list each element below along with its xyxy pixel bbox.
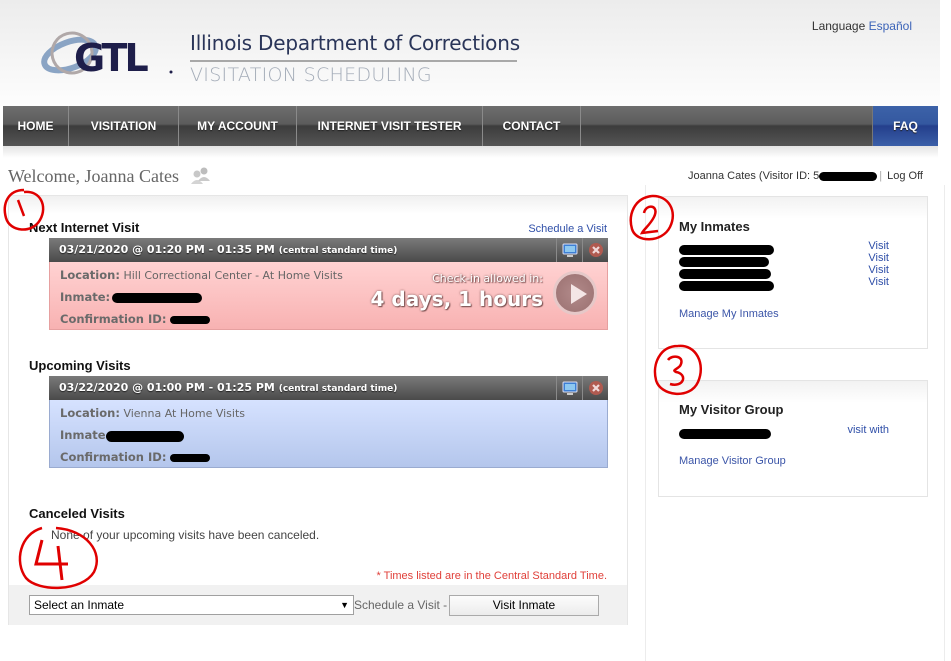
svg-text:GTL: GTL [74,36,148,79]
nav-internet-visit-tester[interactable]: INTERNET VISIT TESTER [297,106,483,146]
separator: | [879,170,883,182]
inmate-line: Inmate [60,428,607,450]
visit-header: 03/21/2020 @ 01:20 PM - 01:35 PM (centra… [49,238,608,262]
canceled-visits-title: Canceled Visits [29,506,125,521]
visit-datetime: 03/21/2020 @ 01:20 PM - 01:35 PM [59,243,275,256]
timezone-note: * Times listed are in the Central Standa… [376,570,608,582]
cancel-visit-button[interactable] [582,238,608,262]
monitor-icon [562,243,577,257]
my-inmates-box: My Inmates Visit Visit Visit Visit Manag… [658,196,928,349]
confirmation-label: Confirmation ID: [60,312,167,326]
next-visit-card: 03/21/2020 @ 01:20 PM - 01:35 PM (centra… [49,238,608,330]
close-icon [588,381,603,395]
main-nav: HOME VISITATION MY ACCOUNT INTERNET VISI… [3,106,938,146]
start-visit-play-button[interactable] [553,271,597,315]
location-label: Location: [60,406,120,420]
header: GTL Illinois Department of Corrections V… [0,0,940,106]
manage-my-inmates-link[interactable]: Manage My Inmates [679,308,779,320]
visit-header: 03/22/2020 @ 01:00 PM - 01:25 PM (centra… [49,376,608,400]
location-value: Hill Correctional Center - At Home Visit… [123,269,343,282]
inmate-select[interactable]: Select an Inmate ▼ [29,595,354,615]
location-label: Location: [60,268,120,282]
site-subtitle: VISITATION SCHEDULING [190,64,432,86]
visit-inmate-link[interactable]: Visit [868,252,889,264]
nav-my-account[interactable]: MY ACCOUNT [179,106,297,146]
nav-home[interactable]: HOME [3,106,69,146]
visit-inmate-link[interactable]: Visit [868,276,889,288]
inmate-select-value: Select an Inmate [34,598,125,612]
confirmation-line: Confirmation ID: [60,450,607,472]
location-value: Vienna At Home Visits [123,407,246,420]
checkin-label: Check-in allowed in: [432,272,543,285]
checkin-time: 4 days, 1 hours [370,287,543,311]
visitor-row: visit with [679,424,909,439]
schedule-bar: Select an Inmate ▼ Schedule a Visit - Vi… [9,585,627,625]
nav-faq[interactable]: FAQ [872,106,938,146]
monitor-icon [562,381,577,395]
nav-visitation[interactable]: VISITATION [69,106,179,146]
nav-shadow [3,146,938,158]
welcome-message: Welcome, Joanna Cates [8,166,179,186]
logoff-link[interactable]: Log Off [887,170,923,182]
nav-contact[interactable]: CONTACT [483,106,581,146]
visitor-id-label: Joanna Cates (Visitor ID: 5 [688,170,820,182]
manage-visitor-group-link[interactable]: Manage Visitor Group [679,455,786,467]
my-inmates-title: My Inmates [679,219,750,234]
visit-inmate-button[interactable]: Visit Inmate [449,595,599,616]
visit-inmate-link[interactable]: Visit [868,264,889,276]
next-visit-title: Next Internet Visit [29,220,140,235]
inmate-row: Visit [679,276,909,291]
visit-with-link[interactable]: visit with [847,424,889,436]
redacted-visitor-name [679,428,771,439]
redacted-confirmation-id [169,316,210,324]
site-title: Illinois Department of Corrections [190,31,520,55]
test-connection-button[interactable] [556,238,582,262]
language-link-espanol[interactable]: Español [869,19,912,33]
redacted-confirmation-id [169,454,210,462]
visitor-group-title: My Visitor Group [679,402,784,417]
checkin-countdown: Check-in allowed in: 4 days, 1 hours [371,272,543,311]
upcoming-visit-card: 03/22/2020 @ 01:00 PM - 01:25 PM (centra… [49,376,608,468]
confirmation-label: Confirmation ID: [60,450,167,464]
redacted-inmate-name [679,280,774,291]
visits-panel: Next Internet Visit Schedule a Visit 03/… [8,195,628,625]
cancel-visit-button[interactable] [582,376,608,400]
close-icon [588,243,603,257]
gtl-logo: GTL [41,31,173,79]
location-line: Location: Vienna At Home Visits [60,406,607,428]
visit-datetime: 03/22/2020 @ 01:00 PM - 01:25 PM [59,381,275,394]
redacted-visitor-id [819,171,878,181]
language-switcher: Language Español [812,19,912,33]
visit-timezone: (central standard time) [278,246,398,256]
user-bar: Joanna Cates (Visitor ID: 5 | Log Off [688,170,923,182]
redacted-inmate-name [105,430,184,442]
page: GTL Illinois Department of Corrections V… [0,0,951,661]
inmate-label: Inmate: [60,290,111,304]
visit-details: Location: Vienna At Home Visits Inmate C… [49,400,608,468]
language-label: Language [811,19,866,33]
confirmation-line: Confirmation ID: [60,312,607,334]
test-connection-button[interactable] [556,376,582,400]
chevron-down-icon: ▼ [340,600,349,610]
upcoming-visits-title: Upcoming Visits [29,358,131,373]
schedule-visit-label: Schedule a Visit - [354,598,448,612]
canceled-visits-message: None of your upcoming visits have been c… [51,528,320,542]
inmate-label: Inmate [60,428,106,442]
visit-details: Location: Hill Correctional Center - At … [49,262,608,330]
redacted-inmate-name [112,293,203,303]
visit-inmate-link[interactable]: Visit [868,240,889,252]
visit-timezone: (central standard time) [278,384,398,394]
visitor-group-box: My Visitor Group visit with Manage Visit… [658,380,928,497]
schedule-visit-link[interactable]: Schedule a Visit [528,223,607,235]
title-divider [190,60,517,62]
users-icon [191,167,210,184]
